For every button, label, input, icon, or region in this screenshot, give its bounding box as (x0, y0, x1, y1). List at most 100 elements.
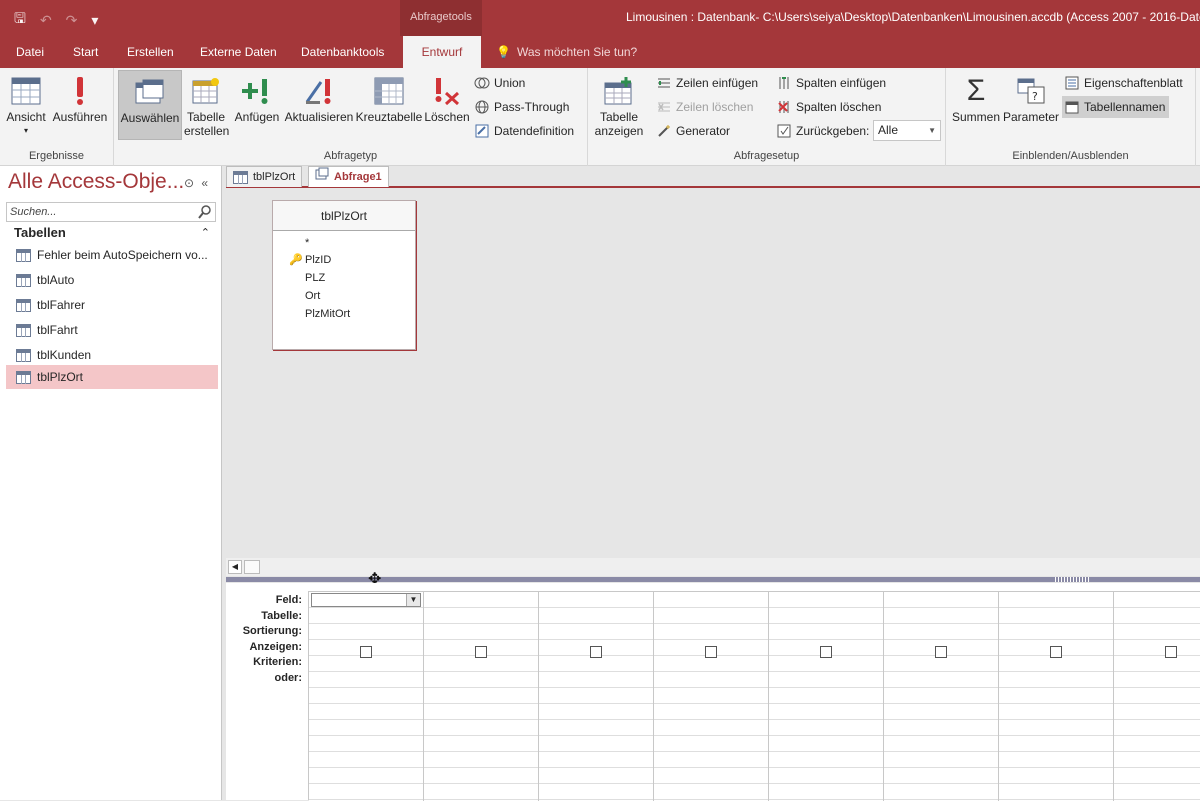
scroll-thumb[interactable] (244, 560, 260, 574)
grid-column[interactable] (654, 592, 769, 801)
title-bar: 🖫 ↶ ↷ ▾ Abfragetools Limousinen : Datenb… (0, 0, 1200, 36)
tabelle-erstellen-button[interactable]: Tabelle erstellen (184, 70, 229, 140)
field-asterisk[interactable]: * (305, 234, 309, 252)
nav-pane-title[interactable]: Alle Access-Obje... (8, 170, 184, 194)
group-label-einblenden: Einblenden/Ausblenden (1012, 150, 1129, 162)
search-icon[interactable] (197, 204, 213, 220)
anzeigen-checkbox[interactable] (820, 646, 832, 658)
table-icon (16, 370, 31, 384)
grid-column[interactable] (539, 592, 654, 801)
loeschen-button[interactable]: Löschen (424, 70, 470, 140)
nav-item-tblauto[interactable]: tblAuto (6, 268, 218, 292)
query-icon (315, 167, 329, 187)
tab-externe-daten[interactable]: Externe Daten (200, 36, 277, 68)
tell-me-box[interactable]: 💡 Was möchten Sie tun? (496, 36, 637, 68)
grid-column[interactable] (884, 592, 999, 801)
summen-button[interactable]: Σ Summen (950, 70, 1002, 140)
splitter-grip[interactable] (1055, 577, 1091, 582)
parameter-icon: ? (1014, 74, 1048, 108)
nav-menu-icon[interactable]: ⊙ (184, 176, 194, 190)
delete-rows-icon (656, 99, 672, 115)
anzeigen-checkbox[interactable] (475, 646, 487, 658)
doc-tab-abfrage1[interactable]: Abfrage1 (308, 166, 389, 187)
field-plz[interactable]: PLZ (305, 269, 325, 287)
zeilen-einfuegen-button[interactable]: Zeilen einfügen (656, 72, 758, 94)
anzeigen-checkbox[interactable] (360, 646, 372, 658)
auswaehlen-button[interactable]: Auswählen (118, 70, 182, 140)
grid-column[interactable] (1114, 592, 1200, 801)
nav-item-tblplzort[interactable]: tblPlzOrt (6, 365, 218, 389)
feld-input[interactable]: ▼ (311, 593, 421, 607)
insert-columns-icon (776, 75, 792, 91)
navigation-pane: Alle Access-Obje... ⊙ « Suchen... Tabell… (0, 166, 222, 800)
field-ort[interactable]: Ort (305, 287, 320, 305)
redo-icon[interactable]: ↷ (66, 12, 78, 29)
tabellennamen-button[interactable]: Tabellennamen (1062, 96, 1170, 118)
nav-search-input[interactable]: Suchen... (6, 202, 216, 222)
field-plzid[interactable]: PlzID (305, 251, 331, 269)
aktualisieren-button[interactable]: Aktualisieren (284, 70, 354, 140)
table-icon (16, 323, 31, 337)
zurueckgeben-select[interactable]: Alle ▼ (873, 120, 941, 141)
chevron-down-icon[interactable]: ▼ (406, 594, 420, 606)
grid-column[interactable] (424, 592, 539, 801)
anzeigen-checkbox[interactable] (1165, 646, 1177, 658)
nav-item-tblkunden[interactable]: tblKunden (6, 343, 218, 367)
zeilen-loeschen-button[interactable]: Zeilen löschen (656, 96, 753, 118)
union-icon (474, 75, 490, 91)
undo-icon[interactable]: ↶ (40, 12, 52, 29)
parameter-button[interactable]: ? Parameter (1002, 70, 1060, 140)
ribbon: Ansicht ▾ Ausführen Ergebnisse Auswählen… (0, 68, 1200, 166)
nav-section-tabellen[interactable]: Tabellen ⌃ (6, 222, 218, 244)
table-icon (16, 248, 31, 262)
grid-column[interactable]: ▼ (309, 592, 424, 801)
grid-column[interactable] (999, 592, 1114, 801)
anzeigen-checkbox[interactable] (590, 646, 602, 658)
generator-button[interactable]: Generator (656, 120, 730, 142)
tab-erstellen[interactable]: Erstellen (127, 36, 174, 68)
zurueckgeben-label: Zurückgeben: (776, 120, 869, 142)
field-list-tblplzort[interactable]: tblPlzOrt * 🔑 PlzID PLZ Ort PlzMitOrt (272, 200, 416, 350)
pass-through-button[interactable]: Pass-Through (474, 96, 569, 118)
anfuegen-button[interactable]: Anfügen (230, 70, 284, 140)
save-icon[interactable]: 🖫 (14, 8, 26, 32)
row-label-oder: oder: (274, 671, 303, 684)
datendefinition-button[interactable]: Datendefinition (474, 120, 574, 142)
spalten-einfuegen-button[interactable]: Spalten einfügen (776, 72, 886, 94)
nav-item-tblfahrt[interactable]: tblFahrt (6, 318, 218, 342)
document-tabs: tblPlzOrt Abfrage1 (226, 166, 1200, 188)
tab-start[interactable]: Start (73, 36, 98, 68)
tab-datenbanktools[interactable]: Datenbanktools (301, 36, 384, 68)
collapse-section-icon: ⌃ (200, 227, 210, 239)
grid-column[interactable] (769, 592, 884, 801)
anzeigen-checkbox[interactable] (1050, 646, 1062, 658)
ansicht-button[interactable]: Ansicht ▾ (4, 70, 48, 140)
collapse-pane-icon[interactable]: « (201, 176, 208, 190)
group-label-abfragetyp: Abfragetyp (323, 150, 378, 162)
group-label-ergebnisse: Ergebnisse (28, 150, 85, 162)
tabelle-anzeigen-button[interactable]: Tabelle anzeigen (592, 70, 646, 140)
field-plzmitort[interactable]: PlzMitOrt (305, 305, 350, 323)
ausfuehren-button[interactable]: Ausführen (50, 70, 110, 140)
row-label-anzeigen: Anzeigen: (249, 640, 302, 653)
doc-tab-tblplzort[interactable]: tblPlzOrt (226, 166, 303, 187)
union-button[interactable]: Union (474, 72, 525, 94)
eigenschaftenblatt-button[interactable]: Eigenschaftenblatt (1064, 72, 1183, 94)
customize-qat-icon[interactable]: ▾ (91, 12, 98, 29)
delete-query-icon (430, 74, 464, 108)
tab-datei[interactable]: Datei (16, 36, 44, 68)
spalten-loeschen-button[interactable]: Spalten löschen (776, 96, 881, 118)
nav-item-fehler-autospeichern[interactable]: Fehler beim AutoSpeichern vo... (6, 243, 218, 267)
nav-item-tblfahrer[interactable]: tblFahrer (6, 293, 218, 317)
tab-entwurf[interactable]: Entwurf (403, 36, 481, 68)
table-names-icon (1064, 99, 1080, 115)
anzeigen-checkbox[interactable] (705, 646, 717, 658)
anzeigen-checkbox[interactable] (935, 646, 947, 658)
scroll-left-icon[interactable]: ◀ (228, 560, 242, 574)
field-list-title[interactable]: tblPlzOrt (273, 201, 415, 231)
crosstab-icon (372, 74, 406, 108)
table-icon (16, 348, 31, 362)
append-query-icon (240, 74, 274, 108)
kreuztabelle-button[interactable]: Kreuztabelle (354, 70, 424, 140)
query-design-area[interactable]: tblPlzOrt * 🔑 PlzID PLZ Ort PlzMitOrt (226, 188, 1200, 558)
